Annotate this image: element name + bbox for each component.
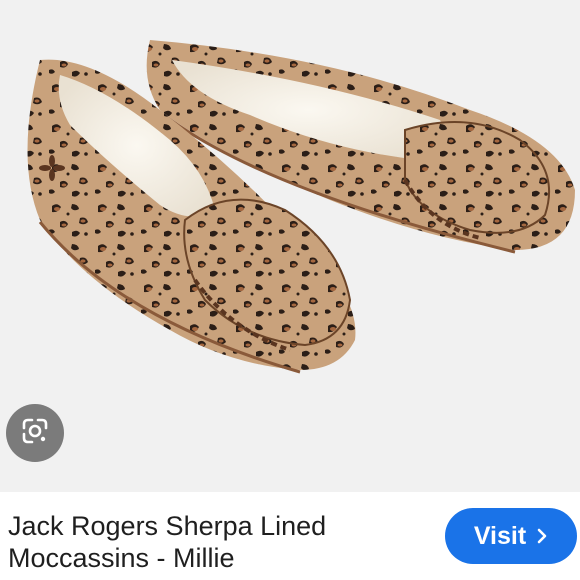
product-title[interactable]: Jack Rogers Sherpa Lined Moccassins - Mi… [8,510,408,574]
product-image[interactable] [0,0,580,492]
moccasins-illustration [0,0,580,492]
google-lens-icon [20,416,50,451]
visit-label: Visit [473,521,527,550]
visit-button[interactable]: Visit [445,508,577,564]
chevron-right-icon [536,528,548,544]
google-lens-button[interactable] [6,404,64,462]
